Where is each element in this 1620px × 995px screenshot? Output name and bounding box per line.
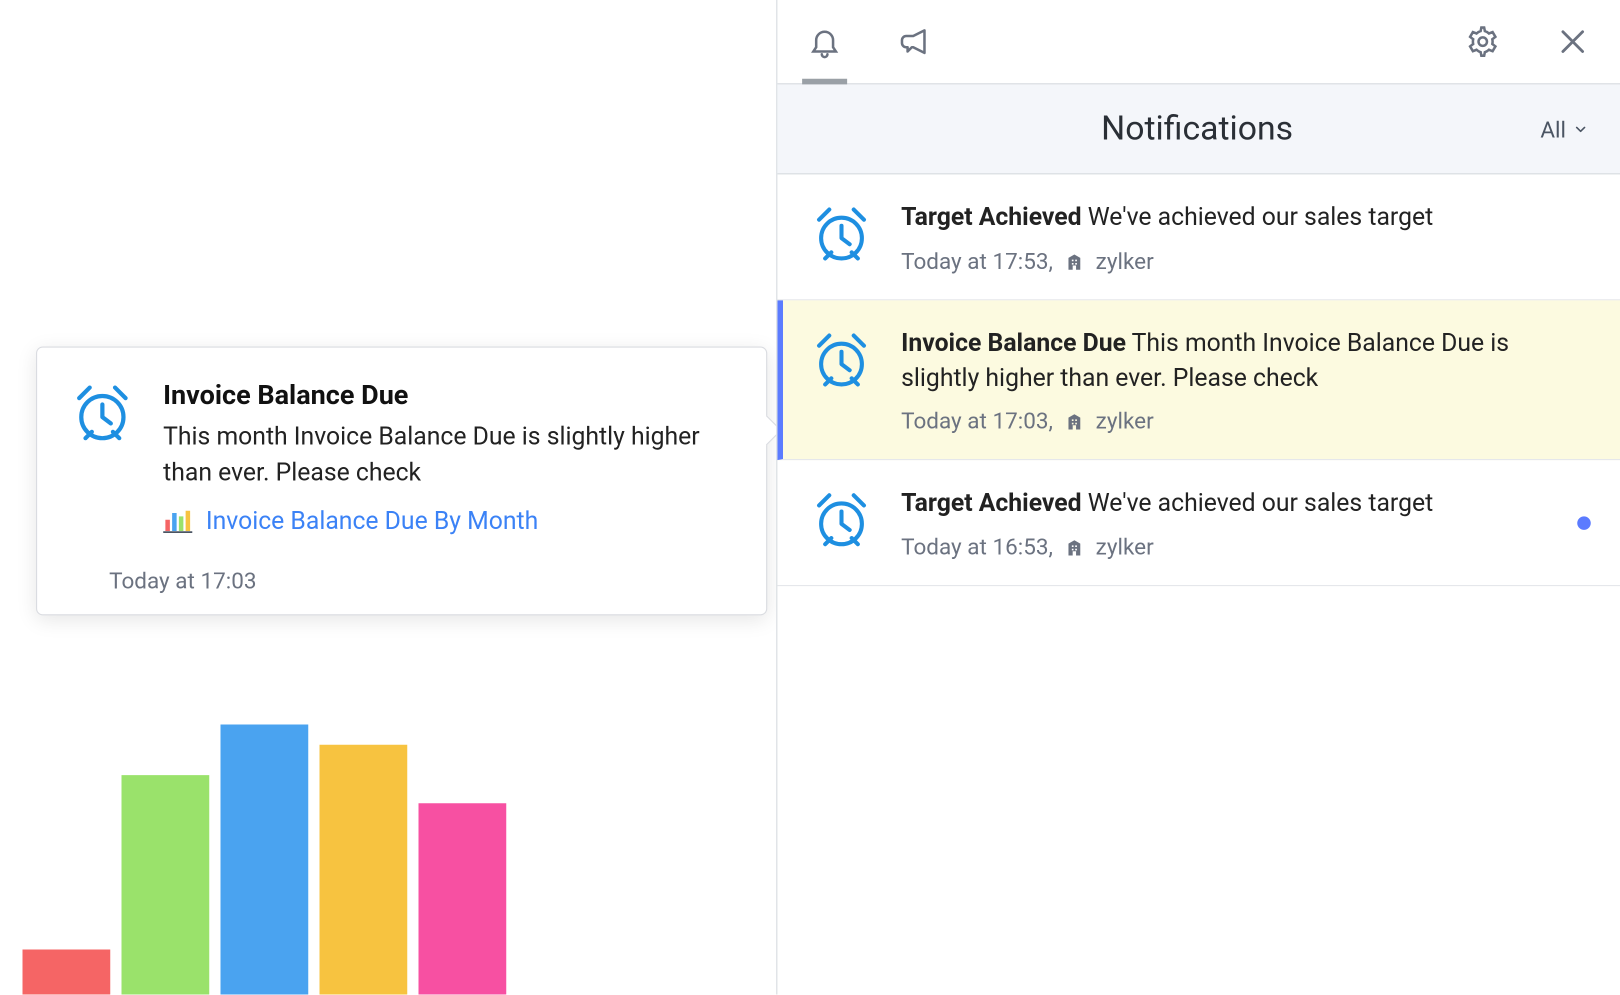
notification-text: Target Achieved We've achieved our sales… [901,488,1593,523]
bar-chart-icon [163,509,192,534]
notifications-list: Target Achieved We've achieved our sales… [777,174,1620,994]
notifications-panel: Notifications All Target Achieved We've … [776,0,1620,995]
alarm-clock-icon [809,201,874,266]
chart-bar [419,803,507,994]
notification-item[interactable]: Target Achieved We've achieved our sales… [777,461,1620,587]
invoice-balance-chart [23,691,507,995]
chart-bar [320,745,408,995]
filter-dropdown[interactable]: All [1540,115,1588,142]
close-icon[interactable] [1553,21,1594,62]
unread-dot [1577,516,1591,530]
building-icon [1064,251,1084,271]
notification-meta: Today at 17:03, zylker [901,408,1593,435]
popup-chart-link[interactable]: Invoice Balance Due By Month [206,507,538,535]
notification-text: Target Achieved We've achieved our sales… [901,201,1593,236]
panel-toolbar [777,0,1620,83]
gear-icon[interactable] [1463,21,1504,62]
building-icon [1064,411,1084,431]
popup-title: Invoice Balance Due [163,379,735,411]
alarm-clock-icon [809,488,874,553]
notification-item[interactable]: Target Achieved We've achieved our sales… [777,174,1620,300]
alarm-clock-icon [69,379,137,447]
bell-tab[interactable] [804,21,845,62]
megaphone-tab[interactable] [894,21,935,62]
chart-bar [221,725,309,995]
alarm-clock-icon [809,327,874,392]
popup-body: This month Invoice Balance Due is slight… [163,420,735,492]
left-pane: Invoice Balance Due This month Invoice B… [0,0,776,995]
filter-label: All [1540,115,1566,142]
building-icon [1064,537,1084,557]
popup-timestamp: Today at 17:03 [109,567,735,594]
panel-header: Notifications All [777,83,1620,174]
notification-item[interactable]: Invoice Balance Due This month Invoice B… [777,300,1620,460]
notification-meta: Today at 16:53, zylker [901,533,1593,560]
panel-title: Notifications [854,109,1540,148]
notification-text: Invoice Balance Due This month Invoice B… [901,327,1593,396]
notification-popup-card: Invoice Balance Due This month Invoice B… [36,347,767,616]
chart-bar [122,775,210,994]
chart-bar [23,950,111,995]
chevron-down-icon [1573,121,1589,137]
notification-meta: Today at 17:53, zylker [901,247,1593,274]
